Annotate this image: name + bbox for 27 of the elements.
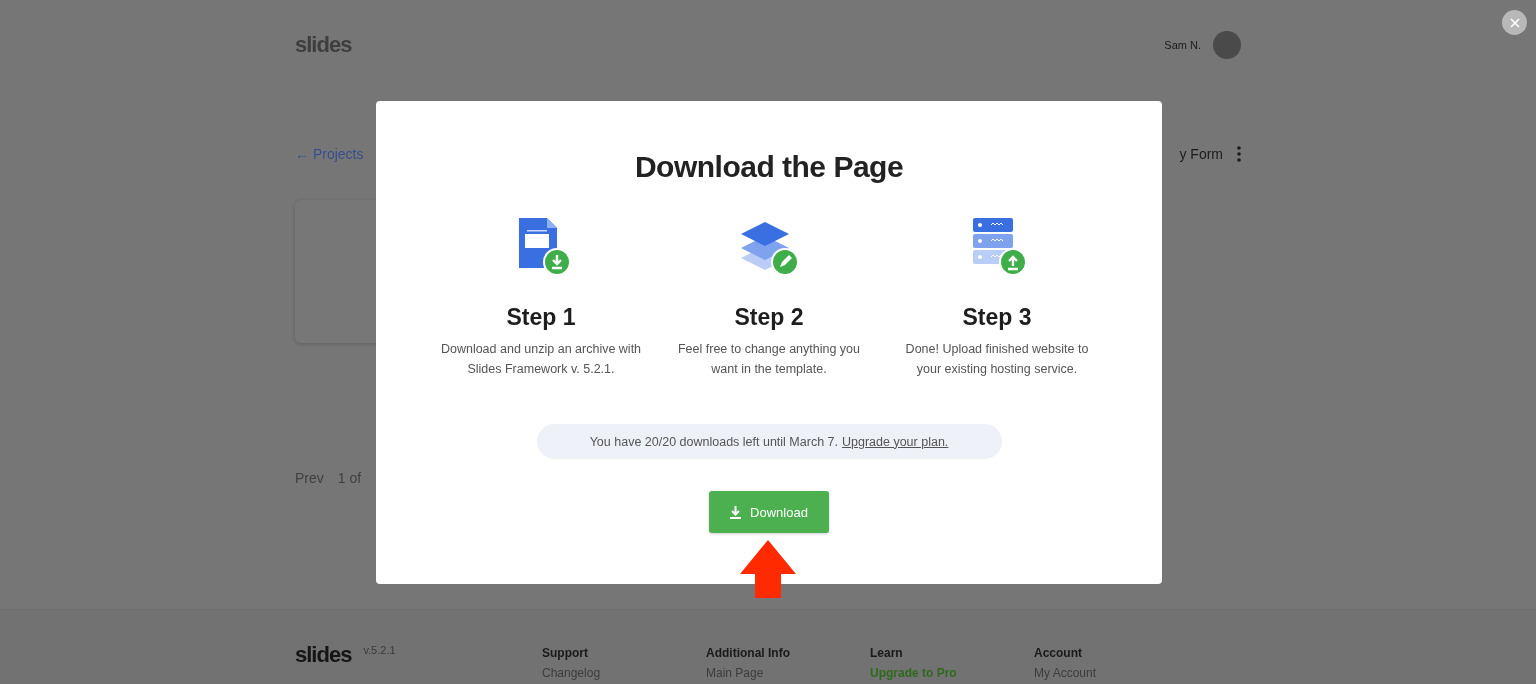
- step-title: Step 1: [506, 304, 576, 331]
- footer-link[interactable]: Upgrade to Pro: [870, 666, 1034, 680]
- notice-text: You have 20/20 downloads left until March 7.: [589, 434, 838, 449]
- step-description: Feel free to change anything you want in the template.: [676, 341, 862, 378]
- prev-link[interactable]: Prev: [295, 470, 324, 486]
- download-button[interactable]: Download: [709, 491, 829, 533]
- user-name[interactable]: Sam N.: [1164, 39, 1201, 51]
- footer-heading: Account: [1034, 646, 1083, 660]
- close-icon: [1509, 17, 1520, 28]
- page-title: y Form: [1179, 146, 1223, 162]
- close-button[interactable]: [1502, 10, 1527, 35]
- footer-heading: Additional Info: [706, 646, 791, 660]
- logo[interactable]: slides: [295, 32, 352, 58]
- more-options-icon[interactable]: [1237, 146, 1241, 162]
- back-link[interactable]: ← Projects: [295, 146, 364, 162]
- download-icon: [730, 505, 742, 519]
- step-description: Done! Upload finished website to your existing hosting service.: [904, 341, 1090, 378]
- upgrade-link[interactable]: Upgrade your plan.: [842, 434, 949, 449]
- annotation-arrow: [740, 540, 796, 598]
- footer-heading: Learn: [870, 646, 904, 660]
- footer-logo[interactable]: slides: [295, 642, 352, 668]
- step-description: Download and unzip an archive with Slides Framework v. 5.2.1.: [439, 341, 643, 378]
- step-title: Step 3: [962, 304, 1032, 331]
- dialog-title: Download the Page: [634, 150, 904, 184]
- step-title: Step 2: [734, 304, 804, 331]
- footer-heading: Support: [542, 646, 589, 660]
- version-label: v.5.2.1: [363, 644, 396, 656]
